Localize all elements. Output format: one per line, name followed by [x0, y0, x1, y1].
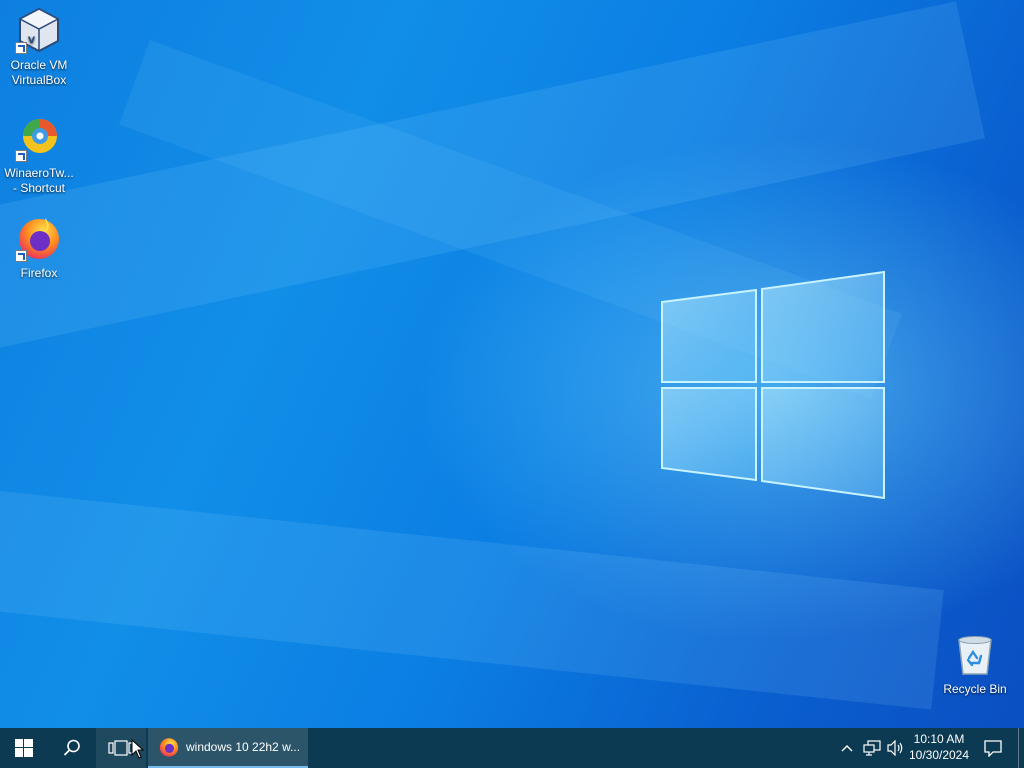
taskbar: windows 10 22h2 w... 10:10 AM 10/30/2024 — [0, 728, 1024, 768]
action-center-button[interactable] — [975, 728, 1011, 768]
virtualbox-icon: V — [15, 6, 63, 54]
shortcut-arrow-icon — [15, 150, 27, 162]
volume-icon — [887, 740, 903, 756]
mouse-cursor-icon — [131, 739, 145, 759]
firefox-icon — [159, 738, 179, 757]
svg-text:V: V — [28, 36, 35, 46]
desktop-icon-virtualbox[interactable]: V Oracle VM VirtualBox — [1, 6, 77, 88]
desktop-icon-label: Firefox — [20, 266, 58, 280]
shortcut-arrow-icon — [15, 42, 27, 54]
clock[interactable]: 10:10 AM 10/30/2024 — [906, 731, 972, 767]
desktop-icon-label: - Shortcut — [12, 181, 66, 195]
windows-start-icon — [15, 739, 33, 757]
desktop-icon-firefox[interactable]: Firefox — [1, 214, 77, 281]
windows-logo-wallpaper — [661, 270, 885, 500]
action-center-icon — [984, 740, 1002, 757]
winaero-tweaker-icon — [15, 114, 63, 162]
desktop-icon-label: Recycle Bin — [943, 682, 1007, 696]
show-desktop-button[interactable] — [1018, 728, 1024, 768]
volume-button[interactable] — [885, 728, 907, 768]
light-beam — [0, 470, 944, 710]
chevron-up-icon — [841, 745, 853, 752]
network-icon — [863, 740, 881, 756]
clock-date: 10/30/2024 — [908, 748, 970, 762]
desktop-icon-recycle-bin[interactable]: Recycle Bin — [937, 630, 1013, 697]
taskbar-app-firefox[interactable]: windows 10 22h2 w... — [148, 728, 308, 768]
clock-time: 10:10 AM — [913, 732, 965, 746]
show-hidden-icons-button[interactable] — [836, 728, 858, 768]
desktop-icon-label: WinaeroTw... — [4, 166, 74, 180]
desktop-icon-winaero-tweaker[interactable]: WinaeroTw... - Shortcut — [1, 114, 77, 196]
recycle-bin-icon — [951, 630, 999, 678]
search-icon — [63, 739, 80, 756]
shortcut-arrow-icon — [15, 250, 27, 262]
desktop[interactable]: V Oracle VM VirtualBox WinaeroTw... - Sh… — [0, 0, 1024, 728]
taskbar-app-label: windows 10 22h2 w... — [186, 740, 301, 754]
desktop-icon-label: Oracle VM — [10, 58, 68, 72]
start-button[interactable] — [0, 728, 48, 768]
search-button[interactable] — [48, 728, 96, 768]
firefox-icon — [15, 214, 63, 262]
desktop-icon-label: VirtualBox — [11, 73, 67, 87]
network-button[interactable] — [860, 728, 884, 768]
